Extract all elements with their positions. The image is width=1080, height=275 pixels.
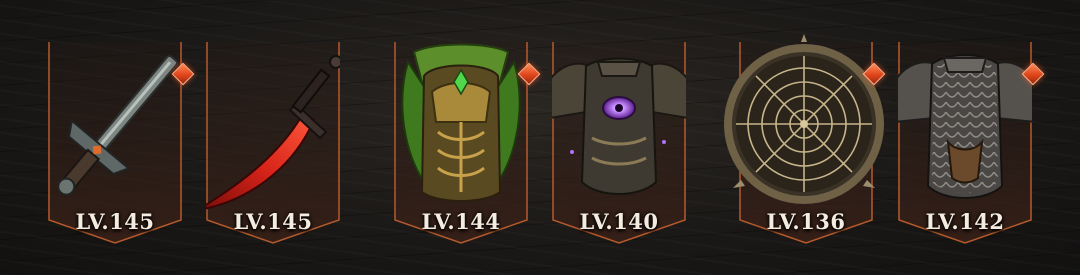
broadsword-icon bbox=[57, 55, 178, 196]
item-level: LV.144 bbox=[421, 209, 501, 234]
equipment-slot-shield[interactable]: LV.136 bbox=[724, 34, 886, 244]
leaf-helmet-icon bbox=[401, 43, 521, 202]
equipment-slot-dagger[interactable]: LV.145 bbox=[206, 42, 340, 244]
item-level: LV.140 bbox=[579, 209, 659, 234]
eye-armor-icon bbox=[552, 57, 686, 195]
item-level: LV.136 bbox=[766, 209, 846, 234]
item-level: LV.145 bbox=[233, 209, 313, 234]
item-level: LV.145 bbox=[75, 209, 155, 234]
equipment-slot-sword[interactable]: LV.145 bbox=[48, 42, 195, 244]
item-level: LV.142 bbox=[925, 209, 1005, 234]
spiderweb-shield-icon bbox=[724, 34, 884, 204]
equipment-slot-helmet[interactable]: LV.144 bbox=[394, 42, 541, 244]
equipment-slot-chest[interactable]: LV.140 bbox=[552, 42, 686, 244]
red-dagger-icon bbox=[206, 55, 340, 210]
scale-armor-icon bbox=[898, 54, 1032, 199]
equipment-slot-body-armor[interactable]: LV.142 bbox=[898, 42, 1045, 244]
